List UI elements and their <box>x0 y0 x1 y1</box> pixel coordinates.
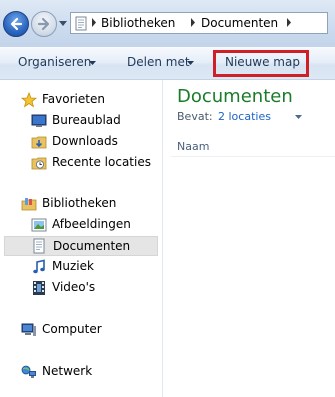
share-with-button[interactable]: Delen met <box>127 55 190 69</box>
downloads-folder-icon <box>31 136 47 149</box>
chevron-down-icon[interactable] <box>187 61 194 65</box>
arrow-right-icon <box>37 17 50 31</box>
recent-pages-dropdown-icon[interactable] <box>59 21 67 27</box>
sidebar-header-label: Favorieten <box>42 92 105 106</box>
arrow-left-icon <box>10 17 23 31</box>
desktop-icon <box>31 114 47 127</box>
document-library-icon <box>75 16 87 31</box>
sidebar-item-label: Bureaublad <box>52 113 121 127</box>
network-icon <box>21 365 36 378</box>
column-header-divider <box>171 156 335 157</box>
sidebar-item-label: Computer <box>42 322 102 336</box>
sidebar-item-computer[interactable]: Computer <box>21 321 151 339</box>
content-pane: Documenten Bevat: 2 locaties Naam <box>163 80 335 397</box>
sidebar-header-favorites[interactable]: Favorieten <box>21 91 151 109</box>
breadcrumb-documents[interactable]: Documenten <box>201 16 278 30</box>
organize-button[interactable]: Organiseren <box>18 55 91 69</box>
computer-icon <box>21 323 36 336</box>
pictures-icon <box>31 218 47 232</box>
sidebar-item-network[interactable]: Netwerk <box>21 363 151 381</box>
libraries-icon <box>21 198 37 211</box>
sidebar-item-label: Documenten <box>53 239 131 253</box>
sidebar-item-pictures[interactable]: Afbeeldingen <box>31 216 151 234</box>
sidebar-item-label: Recente locaties <box>52 155 151 169</box>
breadcrumb-libraries[interactable]: Bibliotheken <box>101 16 175 30</box>
column-header-name[interactable]: Naam <box>177 140 209 153</box>
library-title: Documenten <box>177 86 293 107</box>
video-icon <box>33 281 45 295</box>
sidebar-item-label: Afbeeldingen <box>52 217 131 231</box>
new-folder-highlight <box>213 50 309 77</box>
sidebar-header-label: Bibliotheken <box>42 196 117 210</box>
sidebar-item-documents[interactable]: Documenten <box>4 236 158 256</box>
sidebar-header-libraries[interactable]: Bibliotheken <box>21 195 151 213</box>
sidebar-item-label: Muziek <box>52 259 94 273</box>
address-field[interactable]: Bibliotheken Documenten <box>70 12 328 34</box>
breadcrumb-separator-icon[interactable] <box>190 18 196 27</box>
sidebar-item-downloads[interactable]: Downloads <box>31 133 151 151</box>
includes-locations-link[interactable]: 2 locaties <box>218 110 271 123</box>
sidebar-item-desktop[interactable]: Bureaublad <box>31 112 151 130</box>
recent-places-icon <box>31 157 47 170</box>
sidebar-item-videos[interactable]: Video's <box>31 279 151 297</box>
chevron-down-icon[interactable] <box>89 61 96 65</box>
sidebar-item-label: Netwerk <box>42 364 93 378</box>
star-icon <box>21 92 37 108</box>
back-button[interactable] <box>3 11 29 37</box>
sidebar-item-recent-places[interactable]: Recente locaties <box>31 154 157 172</box>
document-icon <box>33 238 45 254</box>
forward-button[interactable] <box>31 11 57 37</box>
sidebar-item-music[interactable]: Muziek <box>31 258 151 276</box>
navigation-pane: Favorieten Bureaublad Downloads Recente … <box>0 80 162 397</box>
sidebar-item-label: Downloads <box>52 134 118 148</box>
includes-label: Bevat: <box>177 110 213 123</box>
address-bar: Bibliotheken Documenten <box>0 0 335 47</box>
sidebar-item-label: Video's <box>52 280 96 294</box>
music-icon <box>33 259 45 274</box>
chevron-down-icon[interactable] <box>295 115 302 119</box>
breadcrumb-separator-icon[interactable] <box>91 18 97 27</box>
breadcrumb-separator-icon[interactable] <box>286 18 292 27</box>
